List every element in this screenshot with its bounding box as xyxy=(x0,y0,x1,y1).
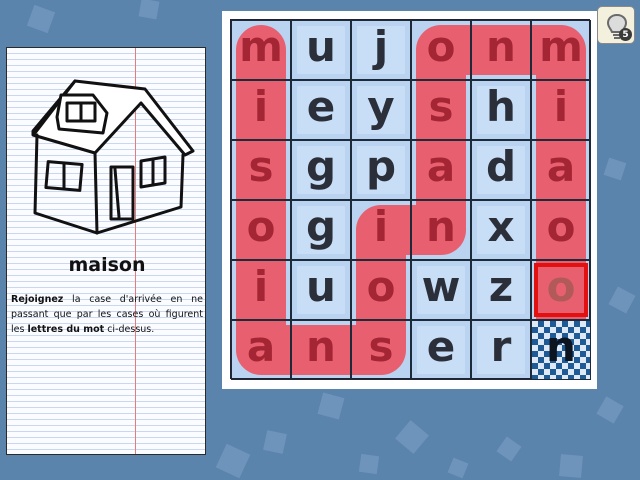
cell-letter: u xyxy=(306,262,336,311)
instruction-bold-letters: lettres du mot xyxy=(27,324,105,335)
cell-letter: o xyxy=(246,202,276,251)
instructions-text: Rejoignez la case d'arrivée en ne passan… xyxy=(11,292,203,337)
grid-cell[interactable]: u xyxy=(291,20,351,80)
grid-cell[interactable]: s xyxy=(351,320,411,380)
cell-letter: i xyxy=(253,82,269,131)
target-word: maison xyxy=(68,254,146,276)
cell-letter: j xyxy=(373,22,389,71)
cell-letter: w xyxy=(421,262,461,311)
cell-letter: r xyxy=(490,322,512,371)
cell-letter: g xyxy=(305,142,337,191)
cell-letter: s xyxy=(248,142,274,191)
background-tile xyxy=(395,420,429,454)
grid-cell[interactable]: i xyxy=(351,200,411,260)
grid-cell[interactable]: o xyxy=(231,200,291,260)
cell-letter: s xyxy=(428,82,454,131)
cell-letter: h xyxy=(486,82,516,131)
grid-cell[interactable]: h xyxy=(471,80,531,140)
cell-letter: n xyxy=(306,322,336,371)
background-tile xyxy=(263,430,287,454)
cell-letter: i xyxy=(373,202,389,251)
grid-cell[interactable]: o xyxy=(351,260,411,320)
cell-letter: m xyxy=(239,22,283,71)
grid-cell[interactable]: o xyxy=(531,200,591,260)
grid-cell[interactable]: n xyxy=(291,320,351,380)
background-tile xyxy=(559,454,583,478)
grid-cell[interactable]: e xyxy=(411,320,471,380)
grid-cell[interactable]: o xyxy=(411,20,471,80)
grid-cell[interactable]: x xyxy=(471,200,531,260)
background-tile xyxy=(608,286,636,314)
grid-cell[interactable]: i xyxy=(531,80,591,140)
grid-cell[interactable]: u xyxy=(291,260,351,320)
cell-letter: a xyxy=(546,142,576,191)
cell-letter: n xyxy=(546,322,576,371)
grid-cell[interactable]: i xyxy=(231,80,291,140)
grid-cell[interactable]: n xyxy=(411,200,471,260)
grid-cell[interactable]: i xyxy=(231,260,291,320)
instruction-text-2: ci-dessus. xyxy=(104,324,155,335)
cell-letter: m xyxy=(539,22,583,71)
instruction-bold-join: Rejoignez xyxy=(11,294,64,305)
cell-letter: z xyxy=(488,262,514,311)
grid-cell[interactable]: s xyxy=(411,80,471,140)
hint-button[interactable]: 5 xyxy=(597,6,635,44)
background-tile xyxy=(138,0,160,20)
grid-cell[interactable]: y xyxy=(351,80,411,140)
cell-letter: o xyxy=(366,262,396,311)
cell-letter: i xyxy=(253,262,269,311)
grid-cell[interactable]: e xyxy=(291,80,351,140)
cell-letter: o xyxy=(546,262,576,311)
background-tile xyxy=(447,457,469,479)
grid-cell[interactable]: g xyxy=(291,200,351,260)
background-tile xyxy=(496,436,522,462)
hint-count-badge: 5 xyxy=(619,28,632,41)
background-tile xyxy=(603,157,627,181)
grid-cell[interactable]: o xyxy=(531,260,591,320)
game-board: mujonmieyshisgpadaoginxoiuowzoansern xyxy=(222,11,597,389)
grid-cell[interactable]: p xyxy=(351,140,411,200)
word-card: maison Rejoignez la case d'arrivée en ne… xyxy=(6,47,206,455)
grid-cell[interactable]: j xyxy=(351,20,411,80)
grid-cell[interactable]: m xyxy=(531,20,591,80)
grid-cell[interactable]: a xyxy=(531,140,591,200)
cell-letter: i xyxy=(553,82,569,131)
grid-cell[interactable]: r xyxy=(471,320,531,380)
cell-letter: d xyxy=(485,142,517,191)
background-tile xyxy=(215,443,251,479)
grid-cell[interactable]: n xyxy=(471,20,531,80)
grid-cell[interactable]: m xyxy=(231,20,291,80)
background-tile xyxy=(358,453,380,475)
cell-letter: a xyxy=(246,322,276,371)
grid-cell[interactable]: g xyxy=(291,140,351,200)
cell-letter: a xyxy=(426,142,456,191)
cell-letter: g xyxy=(305,202,337,251)
grid-cell[interactable]: d xyxy=(471,140,531,200)
cell-letter: o xyxy=(426,22,456,71)
background-tile xyxy=(26,4,56,34)
background-tile xyxy=(596,396,624,424)
cell-letter: n xyxy=(486,22,516,71)
cell-letter: y xyxy=(367,82,395,131)
house-picture xyxy=(31,79,195,235)
cell-letter: x xyxy=(487,202,515,251)
cell-letter: o xyxy=(546,202,576,251)
grid-cell[interactable]: a xyxy=(231,320,291,380)
grid-cell[interactable]: a xyxy=(411,140,471,200)
finish-cell[interactable]: n xyxy=(531,320,591,380)
letter-grid: mujonmieyshisgpadaoginxoiuowzoansern xyxy=(230,19,591,380)
cell-letter: e xyxy=(306,82,336,131)
cell-letter: p xyxy=(365,142,397,191)
cell-letter: n xyxy=(426,202,456,251)
grid-cell[interactable]: w xyxy=(411,260,471,320)
background-tile xyxy=(317,392,345,420)
grid-cell[interactable]: s xyxy=(231,140,291,200)
grid-cell[interactable]: z xyxy=(471,260,531,320)
cell-letter: e xyxy=(426,322,456,371)
lightbulb-icon xyxy=(606,13,628,39)
cell-letter: u xyxy=(306,22,336,71)
cell-letter: s xyxy=(368,322,394,371)
